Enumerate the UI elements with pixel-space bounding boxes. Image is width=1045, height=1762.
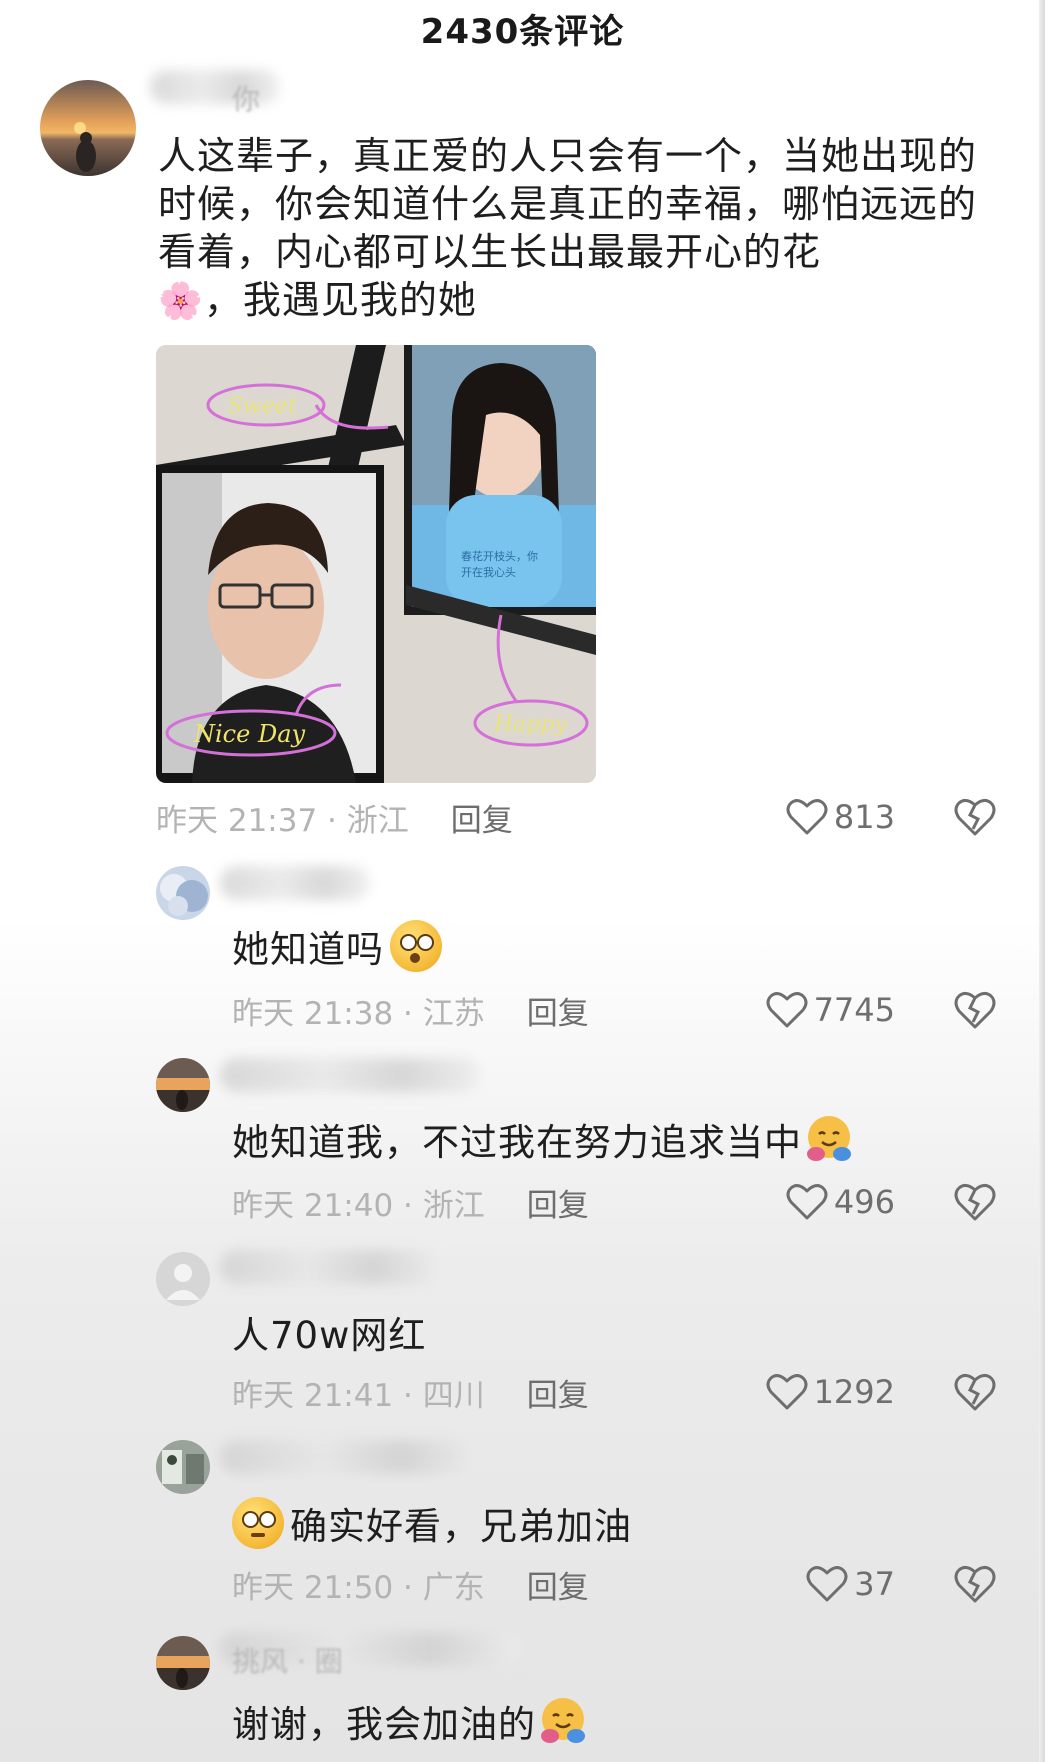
like-count: 496 — [833, 1183, 895, 1221]
reply-text: 她知道我，不过我在努力追求当中 — [232, 1112, 856, 1166]
username-blurred — [220, 1058, 480, 1092]
like-button[interactable]: 1292 — [766, 1370, 895, 1414]
scroll-edge — [1039, 0, 1045, 1762]
like-count: 813 — [833, 798, 895, 836]
username[interactable]: 挑风 · 圈 — [232, 1640, 343, 1680]
time-location: 昨天 21:40 · 浙江 — [232, 1187, 485, 1224]
heart-icon — [786, 799, 828, 835]
heart-icon — [786, 1184, 828, 1220]
like-button[interactable]: 37 — [806, 1562, 895, 1606]
reply-text: 她知道吗 — [232, 920, 442, 972]
reply-text: 人70w网红 — [232, 1314, 427, 1357]
hugging-face-emoji — [536, 1694, 590, 1748]
reply-button[interactable]: 回复 — [527, 988, 589, 1033]
comments-header: 2430条评论 — [0, 0, 1045, 56]
time-location: 昨天 21:38 · 江苏 — [232, 995, 485, 1032]
time-location: 昨天 21:41 · 四川 — [232, 1377, 485, 1414]
comment-meta: 昨天 21:37 · 浙江 回复 — [156, 795, 513, 839]
avatar[interactable] — [156, 1636, 210, 1690]
reply-button[interactable]: 回复 — [451, 795, 513, 840]
username-blurred — [220, 866, 370, 900]
like-count: 37 — [854, 1565, 895, 1603]
reply-meta: 昨天 21:50 · 广东 回复 — [232, 1562, 589, 1606]
username-blurred — [220, 1250, 440, 1284]
reply-meta: 昨天 21:41 · 四川 回复 — [232, 1370, 589, 1414]
username-blurred — [150, 70, 280, 104]
avatar[interactable] — [40, 80, 136, 176]
avatar[interactable] — [156, 866, 210, 920]
flower-emoji: 🌸 — [158, 281, 204, 322]
heart-icon — [766, 992, 808, 1028]
reply-meta: 昨天 21:40 · 浙江 回复 — [232, 1180, 589, 1224]
like-button[interactable]: 496 — [786, 1180, 895, 1224]
broken-heart-icon[interactable] — [953, 1562, 997, 1606]
comment-text: 人这辈子，真正爱的人只会有一个，当她出现的时候，你会知道什么是真正的幸福，哪怕远… — [158, 134, 978, 322]
like-count: 1292 — [813, 1373, 895, 1411]
broken-heart-icon[interactable] — [953, 988, 997, 1032]
reply-text: 确实好看，兄弟加油 — [232, 1496, 632, 1550]
comment-count-title: 2430条评论 — [420, 11, 625, 52]
like-button[interactable]: 813 — [786, 795, 895, 839]
like-button[interactable]: 7745 — [766, 988, 895, 1032]
like-count: 7745 — [813, 991, 895, 1029]
svg-text:Sweet: Sweet — [228, 394, 297, 419]
comment-image[interactable]: 春花开枝头，你 开在我心头 Sweet Nice Day Happy — [156, 345, 596, 783]
broken-heart-icon[interactable] — [953, 1180, 997, 1224]
reply-text: 谢谢，我会加油的 — [232, 1694, 590, 1748]
svg-text:开在我心头: 开在我心头 — [461, 566, 516, 579]
time-location: 昨天 21:50 · 广东 — [232, 1569, 485, 1606]
username[interactable]: 你 — [232, 78, 260, 118]
svg-text:春花开枝头，你: 春花开枝头，你 — [461, 549, 538, 563]
broken-heart-icon[interactable] — [953, 1370, 997, 1414]
rolling-eyes-emoji — [232, 1497, 284, 1549]
reply-button[interactable]: 回复 — [527, 1370, 589, 1415]
broken-heart-icon[interactable] — [953, 795, 997, 839]
hugging-face-emoji — [802, 1112, 856, 1166]
reply-button[interactable]: 回复 — [527, 1562, 589, 1607]
heart-icon — [766, 1374, 808, 1410]
avatar[interactable] — [156, 1058, 210, 1112]
flushed-face-emoji — [390, 920, 442, 972]
svg-text:Happy: Happy — [493, 712, 567, 737]
svg-text:Nice Day: Nice Day — [193, 720, 306, 748]
username-blurred — [220, 1440, 480, 1474]
time-location: 昨天 21:37 · 浙江 — [156, 802, 409, 839]
heart-icon — [806, 1566, 848, 1602]
avatar[interactable] — [156, 1440, 210, 1494]
reply-button[interactable]: 回复 — [527, 1180, 589, 1225]
avatar[interactable] — [156, 1252, 210, 1306]
reply-meta: 昨天 21:38 · 江苏 回复 — [232, 988, 589, 1032]
